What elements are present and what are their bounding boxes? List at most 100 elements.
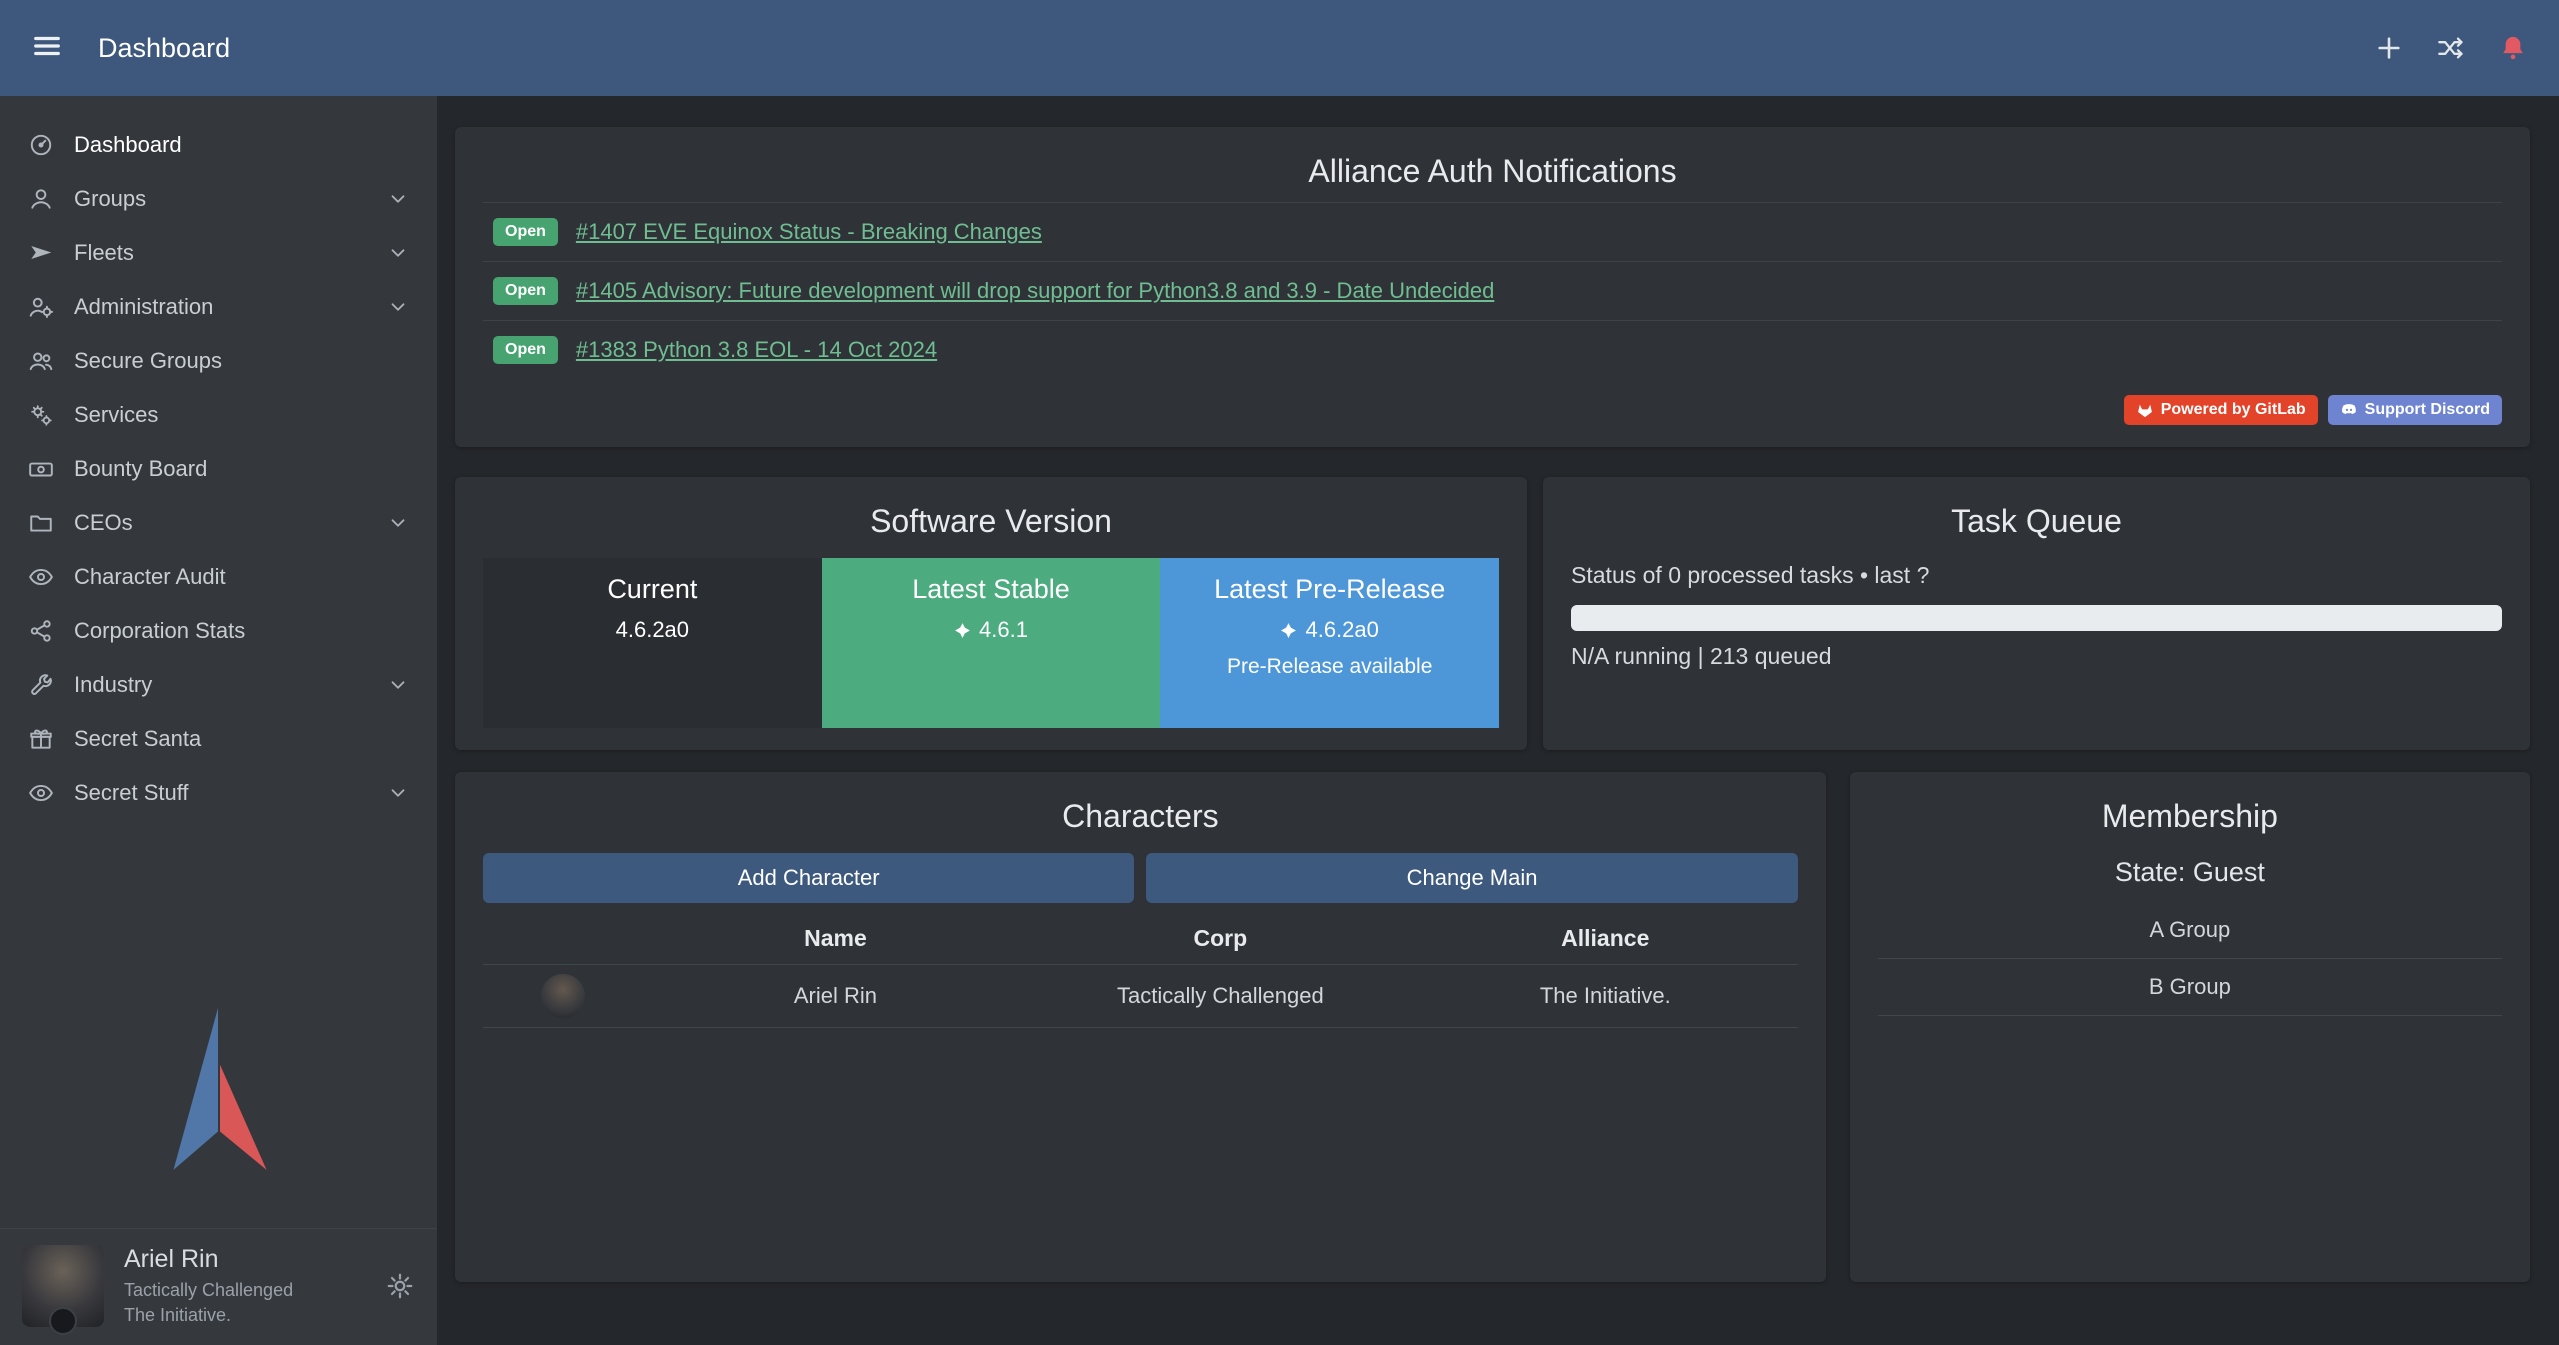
gitlab-icon <box>2136 401 2154 419</box>
sidebar-item-label: Secure Groups <box>74 348 409 374</box>
membership-state: State: Guest <box>1878 857 2502 888</box>
column-header-corp: Corp <box>1028 925 1413 952</box>
chevron-down-icon <box>387 242 409 264</box>
sidebar-item-label: Fleets <box>74 240 367 266</box>
eve-icon <box>954 622 971 639</box>
discord-icon <box>2340 401 2358 419</box>
version-prerelease-note: Pre-Release available <box>1170 655 1489 679</box>
alliance-auth-logo <box>0 1004 437 1228</box>
notification-row: Open #1407 EVE Equinox Status - Breaking… <box>483 202 2502 261</box>
page-title: Dashboard <box>98 33 230 64</box>
gitlab-badge[interactable]: Powered by GitLab <box>2124 395 2318 425</box>
sidebar-item-label: Secret Santa <box>74 726 409 752</box>
characters-membership-row: Characters Add Character Change Main Nam… <box>455 772 2530 1282</box>
sidebar-item-groups[interactable]: Groups <box>0 172 437 226</box>
characters-card: Characters Add Character Change Main Nam… <box>455 772 1826 1282</box>
notification-row: Open #1383 Python 3.8 EOL - 14 Oct 2024 <box>483 320 2502 379</box>
software-version-panels: Current 4.6.2a0 Latest Stable 4.6.1 Late… <box>483 558 1499 728</box>
chevron-down-icon <box>387 512 409 534</box>
version-prerelease-number: 4.6.2a0 <box>1305 617 1378 643</box>
chevron-down-icon <box>387 188 409 210</box>
user-corp: Tactically Challenged <box>124 1278 365 1302</box>
software-version-title: Software Version <box>483 503 1499 540</box>
eye-icon <box>28 564 54 590</box>
user-icon <box>28 186 54 212</box>
sidebar-item-label: Secret Stuff <box>74 780 367 806</box>
version-stable-value: 4.6.1 <box>832 617 1151 643</box>
sidebar: Dashboard Groups Fleets <box>0 96 437 1345</box>
add-icon[interactable] <box>2375 34 2403 62</box>
notification-row: Open #1405 Advisory: Future development … <box>483 261 2502 320</box>
corp-logo-icon <box>49 1307 77 1335</box>
chevron-down-icon <box>387 782 409 804</box>
task-queue-progress-bar <box>1571 605 2502 631</box>
gitlab-badge-label: Powered by GitLab <box>2161 401 2306 419</box>
users-icon <box>28 348 54 374</box>
top-navbar: Dashboard <box>0 0 2559 96</box>
sidebar-item-secure-groups[interactable]: Secure Groups <box>0 334 437 388</box>
sidebar-item-administration[interactable]: Administration <box>0 280 437 334</box>
jet-icon <box>28 240 54 266</box>
gear-icon[interactable] <box>385 1271 415 1301</box>
sidebar-item-bounty-board[interactable]: Bounty Board <box>0 442 437 496</box>
notification-link[interactable]: #1383 Python 3.8 EOL - 14 Oct 2024 <box>576 337 937 363</box>
discord-badge-label: Support Discord <box>2365 401 2490 419</box>
sidebar-item-secret-stuff[interactable]: Secret Stuff <box>0 766 437 820</box>
characters-table-header: Name Corp Alliance <box>483 913 1798 965</box>
characters-buttons: Add Character Change Main <box>483 853 1798 903</box>
version-stable-number: 4.6.1 <box>979 617 1028 643</box>
character-portrait <box>541 974 585 1018</box>
gauge-icon <box>28 132 54 158</box>
sidebar-item-character-audit[interactable]: Character Audit <box>0 550 437 604</box>
hamburger-menu-icon[interactable] <box>32 31 62 66</box>
table-row: Ariel Rin Tactically Challenged The Init… <box>483 965 1798 1028</box>
money-icon <box>28 456 54 482</box>
share-icon <box>28 618 54 644</box>
sidebar-item-label: Administration <box>74 294 367 320</box>
version-taskqueue-row: Software Version Current 4.6.2a0 Latest … <box>455 477 2530 750</box>
sidebar-item-secret-santa[interactable]: Secret Santa <box>0 712 437 766</box>
version-current-panel: Current 4.6.2a0 <box>483 558 822 728</box>
list-item: B Group <box>1878 959 2502 1016</box>
version-prerelease-value: 4.6.2a0 <box>1170 617 1489 643</box>
character-alliance-cell: The Initiative. <box>1413 983 1798 1009</box>
sidebar-item-label: Services <box>74 402 409 428</box>
characters-table: Name Corp Alliance Ariel Rin Tactically … <box>483 913 1798 1028</box>
sidebar-item-dashboard[interactable]: Dashboard <box>0 118 437 172</box>
sidebar-item-ceos[interactable]: CEOs <box>0 496 437 550</box>
version-prerelease-panel: Latest Pre-Release 4.6.2a0 Pre-Release a… <box>1160 558 1499 728</box>
membership-card: Membership State: Guest A Group B Group <box>1850 772 2530 1282</box>
shuffle-icon[interactable] <box>2437 34 2465 62</box>
sidebar-item-corporation-stats[interactable]: Corporation Stats <box>0 604 437 658</box>
characters-title: Characters <box>483 798 1798 835</box>
notification-link[interactable]: #1405 Advisory: Future development will … <box>576 278 1494 304</box>
sidebar-item-label: CEOs <box>74 510 367 536</box>
gift-icon <box>28 726 54 752</box>
status-badge: Open <box>493 218 558 246</box>
folder-icon <box>28 510 54 536</box>
add-character-button[interactable]: Add Character <box>483 853 1134 903</box>
task-queue-card: Task Queue Status of 0 processed tasks •… <box>1543 477 2530 750</box>
notification-footer-badges: Powered by GitLab Support Discord <box>483 395 2502 425</box>
version-current-value: 4.6.2a0 <box>493 617 812 643</box>
sidebar-item-services[interactable]: Services <box>0 388 437 442</box>
notifications-bell-icon[interactable] <box>2499 34 2527 62</box>
change-main-button[interactable]: Change Main <box>1146 853 1797 903</box>
sidebar-item-label: Character Audit <box>74 564 409 590</box>
eye-icon <box>28 780 54 806</box>
status-badge: Open <box>493 336 558 364</box>
discord-badge[interactable]: Support Discord <box>2328 395 2502 425</box>
task-queue-status: Status of 0 processed tasks • last ? <box>1571 562 2502 589</box>
membership-title: Membership <box>1878 798 2502 835</box>
sidebar-item-industry[interactable]: Industry <box>0 658 437 712</box>
status-badge: Open <box>493 277 558 305</box>
eve-icon <box>1280 622 1297 639</box>
sidebar-user-panel: Ariel Rin Tactically Challenged The Init… <box>0 1228 437 1345</box>
sidebar-item-fleets[interactable]: Fleets <box>0 226 437 280</box>
sidebar-nav: Dashboard Groups Fleets <box>0 96 437 820</box>
users-gear-icon <box>28 294 54 320</box>
notification-link[interactable]: #1407 EVE Equinox Status - Breaking Chan… <box>576 219 1042 245</box>
user-avatar <box>22 1245 104 1327</box>
software-version-card: Software Version Current 4.6.2a0 Latest … <box>455 477 1527 750</box>
user-info: Ariel Rin Tactically Challenged The Init… <box>124 1245 365 1327</box>
